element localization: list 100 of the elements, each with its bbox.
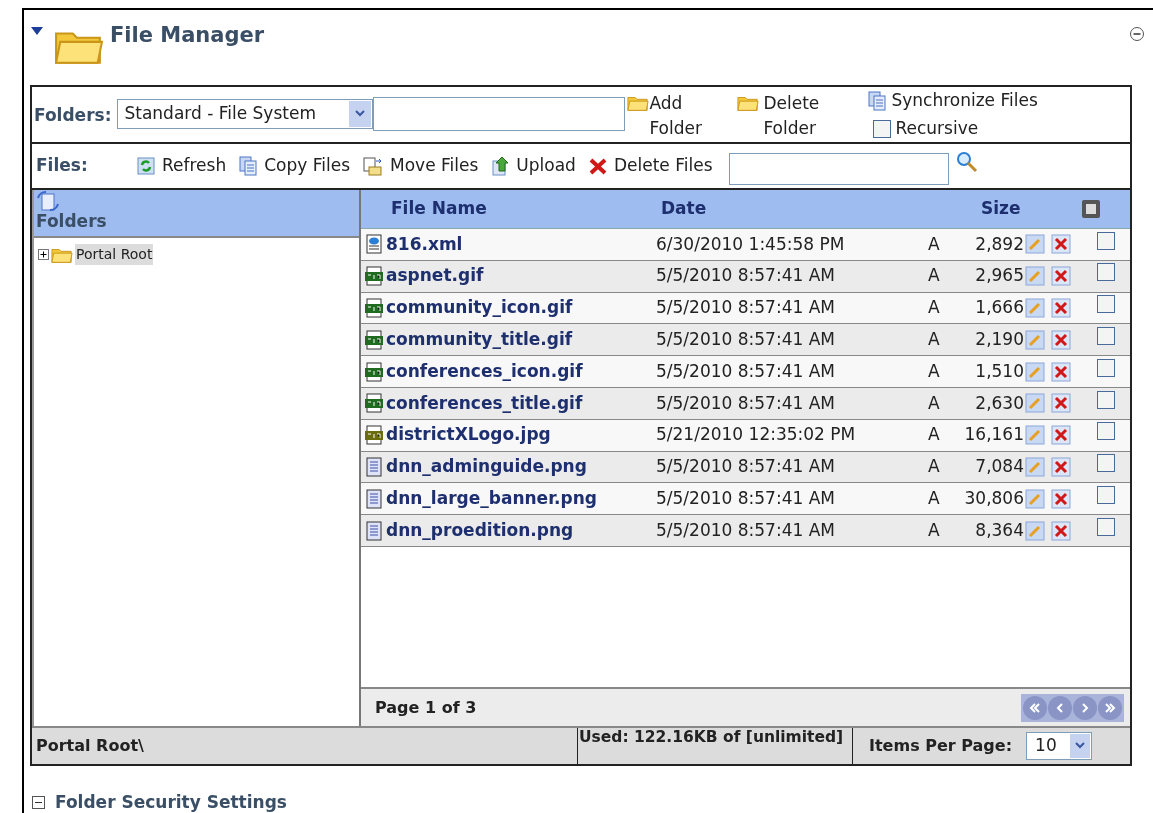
date-cell-text: 5/5/2010 8:57:41 AM — [656, 391, 836, 415]
attribute-cell-text: A — [928, 232, 941, 256]
select-all-icon[interactable] — [1081, 199, 1101, 219]
column-header[interactable]: Date — [661, 196, 981, 222]
delete-icon — [587, 156, 608, 176]
chevron-icon — [1029, 701, 1041, 714]
file-name-link[interactable]: districtXLogo.jpg — [386, 422, 656, 448]
file-name-link[interactable]: community_title.gif — [386, 327, 656, 353]
toolbar-button[interactable]: Delete Files — [587, 153, 713, 179]
web-file-icon — [364, 234, 384, 255]
toolbar-button[interactable]: Copy Files — [238, 153, 351, 179]
row-checkbox[interactable] — [1097, 486, 1115, 504]
upload-icon — [490, 156, 511, 176]
file-name-link[interactable]: dnn_adminguide.png — [386, 454, 656, 480]
file-name-link[interactable]: community_icon.gif — [386, 295, 656, 321]
toolbar-button[interactable]: Upload — [490, 153, 576, 179]
date-cell-text: 5/5/2010 8:57:41 AM — [656, 455, 836, 479]
date-cell-text: 5/5/2010 8:57:41 AM — [656, 264, 836, 288]
synchronize-files-button[interactable]: Synchronize Files — [867, 87, 1038, 115]
storage-select[interactable]: Standard - File System — [117, 99, 374, 129]
row-checkbox[interactable] — [1097, 295, 1115, 314]
row-checkbox[interactable] — [1097, 422, 1115, 441]
delete-icon[interactable] — [1051, 361, 1071, 382]
row-checkbox[interactable] — [1097, 327, 1115, 346]
column-header[interactable]: File Name — [391, 196, 661, 222]
date-cell-text: 5/5/2010 8:57:41 AM — [656, 518, 836, 542]
items-per-page-label: Items Per Page: — [869, 735, 1013, 757]
image-file-icon — [364, 329, 384, 350]
delete-icon[interactable] — [1051, 329, 1071, 350]
attribute-cell-text: A — [928, 423, 941, 447]
attribute-cell-text: A — [928, 359, 941, 383]
attribute-cell-text: A — [928, 328, 941, 352]
size-cell-text: 8,364 — [974, 518, 1024, 542]
delete-icon[interactable] — [1051, 266, 1071, 287]
image-file-icon — [364, 425, 384, 446]
date-cell-text: 5/21/2010 12:35:02 PM — [656, 423, 857, 447]
attribute-cell-text: A — [928, 296, 941, 320]
module-title: File Manager — [110, 22, 265, 49]
chevron-icon — [1054, 701, 1066, 714]
files-label: Files: — [36, 154, 89, 178]
row-checkbox[interactable] — [1097, 517, 1115, 536]
file-name-link[interactable]: 816.xml — [386, 231, 656, 258]
delete-icon[interactable] — [1051, 520, 1071, 541]
recursive-checkbox[interactable] — [873, 120, 892, 138]
expand-icon[interactable] — [32, 796, 45, 810]
file-name-link[interactable]: dnn_large_banner.png — [386, 486, 656, 512]
toolbar-button[interactable]: Refresh — [136, 153, 227, 179]
date-cell-text: 5/5/2010 8:57:41 AM — [656, 359, 836, 383]
delete-icon[interactable] — [1051, 393, 1071, 414]
first-page-button[interactable] — [1023, 695, 1047, 720]
minimize-icon[interactable] — [1129, 26, 1145, 42]
delete-icon[interactable] — [1051, 425, 1071, 446]
page-indicator: Page 1 of 3 — [375, 696, 478, 719]
row-checkbox[interactable] — [1097, 454, 1115, 473]
chevron-icon — [1104, 701, 1116, 714]
collapse-arrow-icon[interactable] — [30, 26, 44, 36]
tree-item[interactable]: Portal Root — [75, 244, 154, 265]
size-cell-text: 2,630 — [974, 391, 1024, 415]
toolbar-button[interactable]: Move Files — [362, 153, 479, 179]
previous-page-button[interactable] — [1048, 695, 1072, 720]
row-checkbox[interactable] — [1097, 390, 1115, 409]
expand-icon[interactable] — [38, 249, 49, 260]
delete-folder-button[interactable]: Delete Folder — [737, 91, 868, 141]
image-file-icon — [364, 361, 384, 382]
copy-icon — [867, 91, 888, 111]
document-icon — [364, 456, 384, 477]
last-page-button[interactable] — [1098, 695, 1122, 720]
next-page-button[interactable] — [1073, 695, 1097, 720]
image-file-icon — [364, 266, 384, 287]
search-field[interactable] — [728, 153, 949, 185]
date-cell-text: 5/5/2010 8:57:41 AM — [656, 487, 836, 510]
attribute-cell-text: A — [928, 518, 941, 542]
size-cell-text: 1,510 — [974, 359, 1024, 383]
delete-icon[interactable] — [1051, 456, 1071, 477]
column-header[interactable]: Size — [981, 196, 1061, 222]
delete-icon[interactable] — [1051, 298, 1071, 318]
folder-path-field[interactable] — [373, 97, 626, 131]
storage-used: Used: 122.16KB of [unlimited] — [577, 728, 852, 764]
file-name-link[interactable]: conferences_icon.gif — [386, 358, 656, 385]
section-title[interactable]: Folder Security Settings — [55, 790, 287, 813]
size-cell-text: 2,892 — [974, 232, 1024, 256]
date-cell-text: 6/30/2010 1:45:58 PM — [656, 232, 846, 256]
add-folder-button[interactable]: Add Folder — [627, 91, 738, 141]
file-name-link[interactable]: aspnet.gif — [386, 263, 656, 289]
tree-header-label: Folders — [36, 212, 108, 230]
image-file-icon — [364, 298, 384, 318]
row-checkbox[interactable] — [1097, 263, 1115, 282]
refresh-icon — [136, 156, 156, 176]
size-cell-text: 30,806 — [963, 487, 1024, 510]
size-cell-text: 2,965 — [974, 264, 1024, 288]
row-checkbox[interactable] — [1097, 358, 1115, 377]
folders-label: Folders: — [34, 104, 112, 127]
file-name-link[interactable]: conferences_title.gif — [386, 390, 656, 417]
delete-icon[interactable] — [1051, 488, 1071, 509]
file-name-link[interactable]: dnn_proedition.png — [386, 517, 656, 544]
delete-icon[interactable] — [1051, 234, 1071, 255]
search-icon[interactable] — [954, 150, 979, 174]
row-checkbox[interactable] — [1097, 231, 1115, 250]
synchronize-icon[interactable] — [36, 190, 60, 212]
items-per-page-select[interactable]: 10 — [1026, 732, 1093, 760]
